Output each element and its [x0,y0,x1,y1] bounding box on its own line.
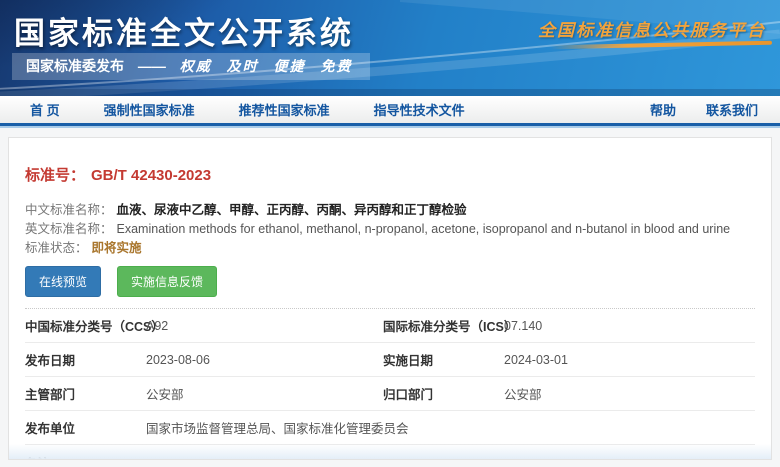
cn-name-value: 血液、尿液中乙醇、甲醇、正丙醇、丙酮、异丙醇和正丁醇检验 [117,203,467,217]
publisher-text: 国家标准委发布 [26,58,124,74]
table-row-dates: 发布日期 2023-08-06 实施日期 2024-03-01 [25,343,755,377]
centralized-dept-value: 公安部 [504,384,755,403]
en-name-value: Examination methods for ethanol, methano… [117,222,731,236]
standard-fields: 中文标准名称： 血液、尿液中乙醇、甲醇、正丙醇、丙酮、异丙醇和正丁醇检验 英文标准… [9,185,771,258]
en-name-row: 英文标准名称： Examination methods for ethanol, … [25,220,755,239]
implement-date-value: 2024-03-01 [504,353,755,367]
main-nav: 首 页 强制性国家标准 推荐性国家标准 指导性技术文件 帮助 联系我们 [0,96,780,126]
standard-info-table: 中国标准分类号（CCS） A92 国际标准分类号（ICS） 07.140 发布日… [25,309,755,460]
cn-name-row: 中文标准名称： 血液、尿液中乙醇、甲醇、正丙醇、丙酮、异丙醇和正丁醇检验 [25,201,755,220]
nav-mandatory-standards[interactable]: 强制性国家标准 [104,100,195,119]
nav-guiding-documents[interactable]: 指导性技术文件 [374,100,465,119]
publisher-banner: 国家标准委发布 —— 权威 及时 便捷 免费 [12,53,370,80]
action-buttons: 在线预览 实施信息反馈 [9,258,771,297]
status-badge: 即将实施 [92,241,142,255]
cn-name-label: 中文标准名称： [25,203,113,217]
nav-home[interactable]: 首 页 [30,100,60,119]
slogan-text: 权威 及时 便捷 免费 [180,58,353,74]
nav-right: 帮助 联系我们 [650,100,780,119]
status-row: 标准状态： 即将实施 [25,239,755,258]
publish-date-value: 2023-08-06 [146,353,383,367]
banner-dash: —— [138,58,166,74]
publish-date-label: 发布日期 [25,350,146,369]
platform-brand: 全国标准信息公共服务平台 [538,16,766,41]
centralized-dept-label: 归口部门 [383,384,504,403]
site-header: 国家标准全文公开系统 国家标准委发布 —— 权威 及时 便捷 免费 全国标准信息… [0,0,780,96]
online-preview-button[interactable]: 在线预览 [25,266,101,297]
nav-recommended-standards[interactable]: 推荐性国家标准 [239,100,330,119]
status-label: 标准状态： [25,241,88,255]
table-row-classification: 中国标准分类号（CCS） A92 国际标准分类号（ICS） 07.140 [25,309,755,343]
table-row-departments: 主管部门 公安部 归口部门 公安部 [25,377,755,411]
ics-value: 07.140 [504,319,755,333]
competent-dept-label: 主管部门 [25,384,146,403]
nav-underline [0,126,780,128]
site-title: 国家标准全文公开系统 [14,8,354,53]
ccs-label: 中国标准分类号（CCS） [25,316,146,335]
standard-number-line: 标准号： GB/T 42430-2023 [9,138,771,185]
card-bottom-fade [9,444,771,459]
implement-date-label: 实施日期 [383,350,504,369]
nav-help[interactable]: 帮助 [650,100,676,119]
standard-number-label: 标准号： [25,167,85,184]
competent-dept-value: 公安部 [146,384,383,403]
publisher-value: 国家市场监督管理总局、国家标准化管理委员会 [146,418,755,437]
standard-number-value: GB/T 42430-2023 [91,167,211,184]
table-row-publisher: 发布单位 国家市场监督管理总局、国家标准化管理委员会 [25,411,755,445]
implementation-feedback-button[interactable]: 实施信息反馈 [117,266,217,297]
ccs-value: A92 [146,319,383,333]
nav-left: 首 页 强制性国家标准 推荐性国家标准 指导性技术文件 [0,100,465,119]
nav-contact[interactable]: 联系我们 [706,100,758,119]
en-name-label: 英文标准名称： [25,222,113,236]
standard-detail-card: 标准号： GB/T 42430-2023 中文标准名称： 血液、尿液中乙醇、甲醇、正… [8,137,772,460]
ics-label: 国际标准分类号（ICS） [383,316,504,335]
header-bottom-band [0,89,780,96]
publisher-label: 发布单位 [25,418,146,437]
